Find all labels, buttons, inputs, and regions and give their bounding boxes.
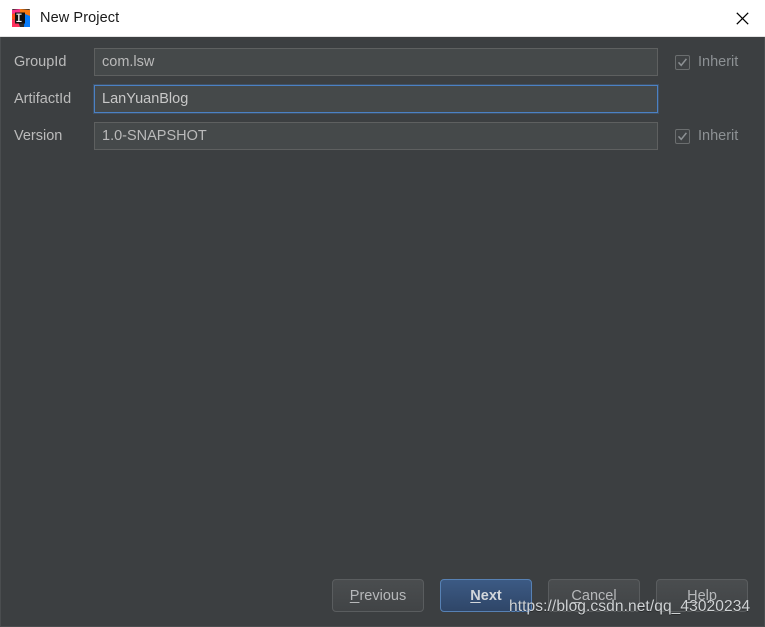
form-row-artifactid: ArtifactId [1, 85, 765, 113]
form-row-groupid: GroupId Inherit [1, 48, 765, 76]
artifactid-label: ArtifactId [14, 91, 72, 107]
cancel-button[interactable]: Cancel [548, 579, 640, 612]
dialog-body: GroupId Inherit ArtifactId Vers [0, 37, 765, 627]
window-title: New Project [40, 10, 120, 26]
version-input[interactable] [94, 122, 658, 150]
close-icon[interactable] [719, 0, 765, 36]
groupid-label: GroupId [14, 54, 67, 70]
next-button[interactable]: Next [440, 579, 532, 612]
checkmark-icon [675, 128, 690, 144]
previous-button-label: Previous [349, 587, 407, 604]
title-bar: New Project [0, 0, 765, 37]
version-inherit-label: Inherit [698, 128, 739, 144]
groupid-input[interactable] [94, 48, 658, 76]
help-button[interactable]: Help [656, 579, 748, 612]
form-row-version: Version Inherit [1, 122, 765, 150]
groupid-inherit-checkbox[interactable]: Inherit [675, 48, 738, 76]
version-label: Version [14, 128, 63, 144]
cancel-button-label: Cancel [571, 587, 617, 604]
version-inherit-checkbox[interactable]: Inherit [675, 122, 738, 150]
new-project-dialog: New Project GroupId Inherit [0, 0, 765, 627]
dialog-button-bar: Previous Next Cancel Help [1, 579, 765, 627]
groupid-inherit-label: Inherit [698, 54, 739, 70]
intellij-idea-icon [11, 8, 31, 28]
help-button-label: Help [687, 587, 717, 604]
checkmark-icon [675, 54, 690, 70]
previous-button[interactable]: Previous [332, 579, 424, 612]
artifactid-input[interactable] [94, 85, 658, 113]
next-button-label: Next [470, 587, 502, 604]
